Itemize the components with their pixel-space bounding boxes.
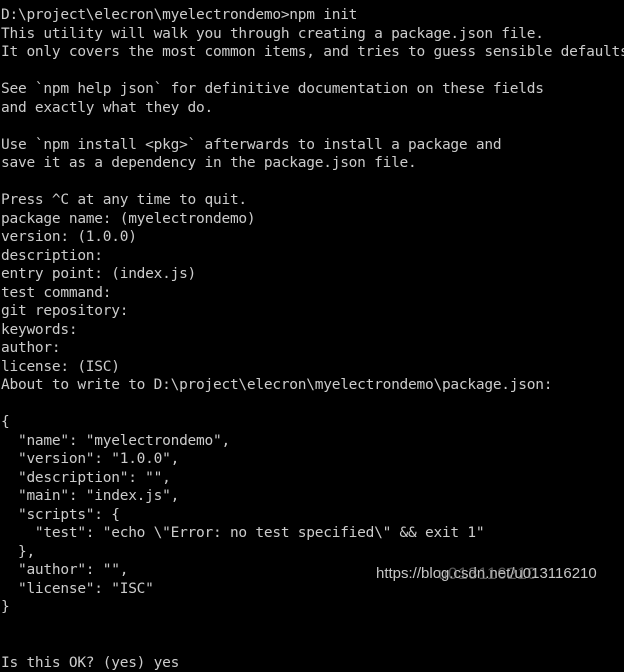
terminal-line: "test": "echo \"Error: no test specified… <box>1 524 624 543</box>
terminal-line: git repository: <box>1 302 624 321</box>
terminal-line: keywords: <box>1 321 624 340</box>
terminal-line <box>1 617 624 636</box>
terminal-line: D:\project\elecron\myelectrondemo>npm in… <box>1 6 624 25</box>
terminal-line: "main": "index.js", <box>1 487 624 506</box>
terminal-line <box>1 173 624 192</box>
terminal-console[interactable]: D:\project\elecron\myelectrondemo>npm in… <box>0 0 624 594</box>
terminal-line: About to write to D:\project\elecron\mye… <box>1 376 624 395</box>
terminal-line: "license": "ISC" <box>1 580 624 599</box>
terminal-line: license: (ISC) <box>1 358 624 377</box>
terminal-line: }, <box>1 543 624 562</box>
terminal-line <box>1 395 624 414</box>
terminal-line: "author": "", <box>1 561 624 580</box>
terminal-line <box>1 117 624 136</box>
terminal-line: See `npm help json` for definitive docum… <box>1 80 624 99</box>
terminal-line: version: (1.0.0) <box>1 228 624 247</box>
terminal-line: "description": "", <box>1 469 624 488</box>
terminal-line: "version": "1.0.0", <box>1 450 624 469</box>
terminal-line: Press ^C at any time to quit. <box>1 191 624 210</box>
terminal-line: Use `npm install <pkg>` afterwards to in… <box>1 136 624 155</box>
terminal-line <box>1 635 624 654</box>
terminal-line: package name: (myelectrondemo) <box>1 210 624 229</box>
terminal-line: It only covers the most common items, an… <box>1 43 624 62</box>
terminal-line: entry point: (index.js) <box>1 265 624 284</box>
terminal-line: save it as a dependency in the package.j… <box>1 154 624 173</box>
terminal-line: "scripts": { <box>1 506 624 525</box>
terminal-line: author: <box>1 339 624 358</box>
terminal-line: This utility will walk you through creat… <box>1 25 624 44</box>
terminal-line: { <box>1 413 624 432</box>
terminal-line: test command: <box>1 284 624 303</box>
terminal-line: description: <box>1 247 624 266</box>
terminal-line: Is this OK? (yes) yes <box>1 654 624 672</box>
terminal-line <box>1 62 624 81</box>
terminal-line: and exactly what they do. <box>1 99 624 118</box>
terminal-line: "name": "myelectrondemo", <box>1 432 624 451</box>
terminal-line: } <box>1 598 624 617</box>
